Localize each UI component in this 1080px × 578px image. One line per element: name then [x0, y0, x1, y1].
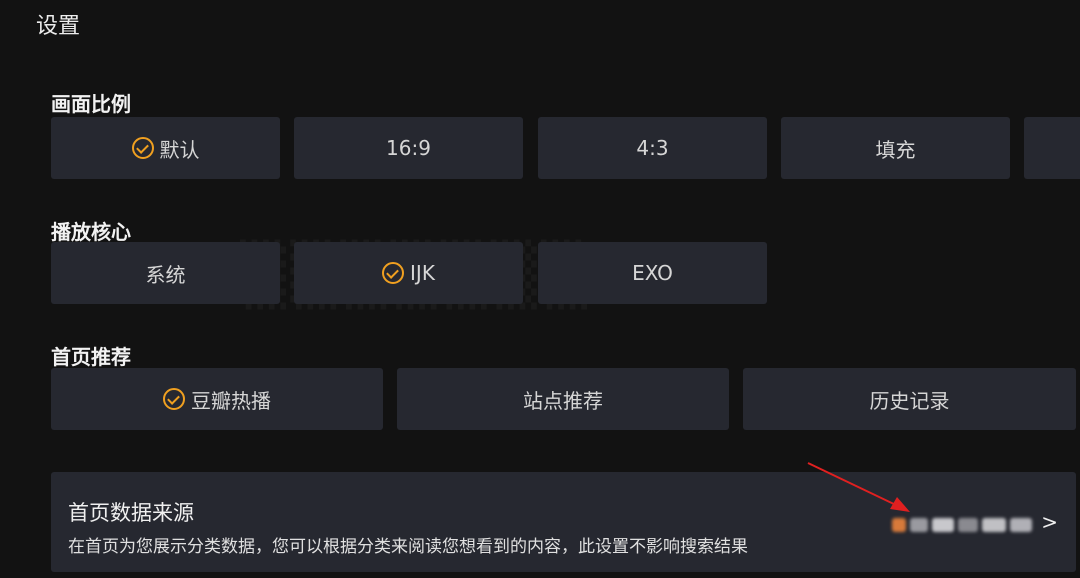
recommend-option-douban[interactable]: 豆瓣热播: [51, 368, 383, 430]
page-title: 设置: [36, 14, 81, 39]
home-source-setting[interactable]: 首页数据来源 在首页为您展示分类数据，您可以根据分类来阅读您想看到的内容，此设置…: [51, 472, 1076, 572]
aspect-option-16-9[interactable]: 16:9: [294, 117, 523, 179]
core-option-ijk[interactable]: IJK: [294, 242, 523, 304]
aspect-option-default[interactable]: 默认: [51, 117, 280, 179]
option-label: 16:9: [386, 136, 431, 160]
option-label: IJK: [410, 261, 435, 285]
section-title-aspect-ratio: 画面比例: [51, 92, 131, 116]
check-circle-icon: [163, 388, 185, 410]
check-circle-icon: [131, 137, 154, 159]
option-label: 默认: [159, 137, 200, 162]
aspect-option-4-3[interactable]: 4:3: [538, 117, 767, 179]
home-source-value-redacted: [892, 513, 1036, 537]
aspect-option-fill[interactable]: 填充: [781, 117, 1010, 179]
aspect-option-more[interactable]: [1024, 117, 1080, 179]
home-source-description: 在首页为您展示分类数据，您可以根据分类来阅读您想看到的内容，此设置不影响搜索结果: [68, 537, 748, 557]
option-label: EXO: [632, 261, 673, 285]
chevron-right-icon: >: [1041, 510, 1058, 534]
option-label: 填充: [875, 137, 916, 162]
recommend-option-history[interactable]: 历史记录: [743, 368, 1076, 430]
check-circle-icon: [382, 262, 405, 284]
section-title-player-core: 播放核心: [51, 220, 131, 244]
option-label: 历史记录: [869, 388, 950, 413]
option-label: 站点推荐: [523, 388, 603, 413]
core-option-system[interactable]: 系统: [51, 242, 280, 304]
core-option-exo[interactable]: EXO: [538, 242, 767, 304]
recommend-option-site[interactable]: 站点推荐: [397, 368, 729, 430]
option-label: 系统: [145, 262, 186, 287]
section-title-home-recommend: 首页推荐: [51, 345, 131, 369]
home-source-title: 首页数据来源: [68, 501, 194, 525]
option-label: 4:3: [636, 136, 669, 160]
option-label: 豆瓣热播: [191, 388, 271, 413]
